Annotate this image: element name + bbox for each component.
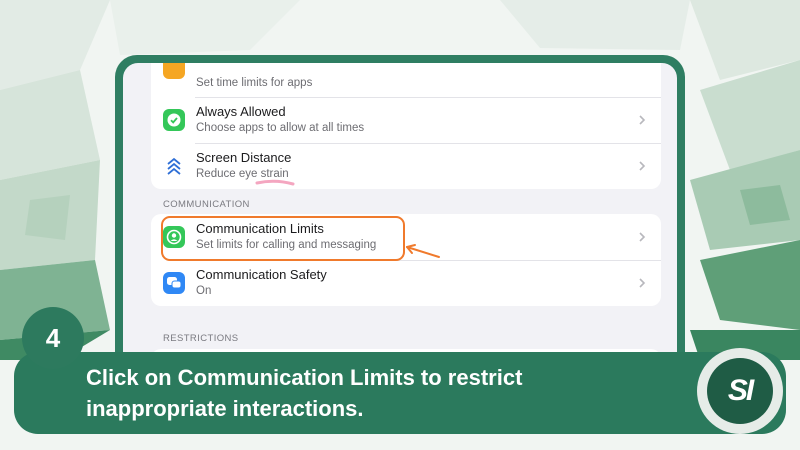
- pointer-arrow-icon: [406, 244, 440, 258]
- logo-mark: SI: [707, 358, 773, 424]
- always-allowed-title: Always Allowed: [196, 104, 286, 119]
- chevron-right-icon: [639, 278, 646, 288]
- checkmark-glyph: [167, 113, 181, 127]
- communication-safety-subtitle: On: [196, 285, 212, 297]
- step-number-badge: 4: [22, 307, 84, 369]
- chevrons-up-icon: [163, 155, 185, 177]
- hourglass-icon: [163, 63, 185, 79]
- caption-banner: Click on Communication Limits to restric…: [14, 352, 786, 434]
- caption-line-1: Click on Communication Limits to restric…: [86, 365, 523, 390]
- brand-logo: SI: [697, 348, 783, 434]
- chevron-right-icon: [639, 161, 646, 171]
- step-caption: Click on Communication Limits to restric…: [86, 362, 646, 424]
- pen-mark: [255, 179, 295, 186]
- chat-bubbles-icon: [163, 272, 185, 294]
- screen-distance-title: Screen Distance: [196, 150, 292, 165]
- communication-section-header: COMMUNICATION: [163, 199, 250, 210]
- chevron-right-icon: [639, 115, 646, 125]
- checkmark-badge-icon: [163, 109, 185, 131]
- settings-screen: Set time limits for apps Always Allowed …: [123, 63, 677, 395]
- screen-time-group: Set time limits for apps Always Allowed …: [151, 63, 661, 189]
- caption-line-2: inappropriate interactions.: [86, 396, 364, 421]
- app-limits-row[interactable]: Set time limits for apps: [151, 63, 661, 97]
- chevron-right-icon: [639, 232, 646, 242]
- highlight-box: [161, 216, 405, 261]
- app-limits-subtitle: Set time limits for apps: [196, 77, 313, 89]
- chevrons-glyph: [167, 157, 181, 175]
- always-allowed-subtitle: Choose apps to allow at all times: [196, 122, 365, 134]
- communication-safety-row[interactable]: Communication Safety On: [151, 260, 661, 306]
- chat-glyph: [167, 277, 182, 289]
- screen-distance-row[interactable]: Screen Distance Reduce eye strain: [151, 143, 661, 189]
- tablet-frame: Set time limits for apps Always Allowed …: [115, 55, 685, 395]
- restrictions-section-header: RESTRICTIONS: [163, 333, 239, 344]
- communication-safety-title: Communication Safety: [196, 267, 327, 282]
- always-allowed-row[interactable]: Always Allowed Choose apps to allow at a…: [151, 97, 661, 143]
